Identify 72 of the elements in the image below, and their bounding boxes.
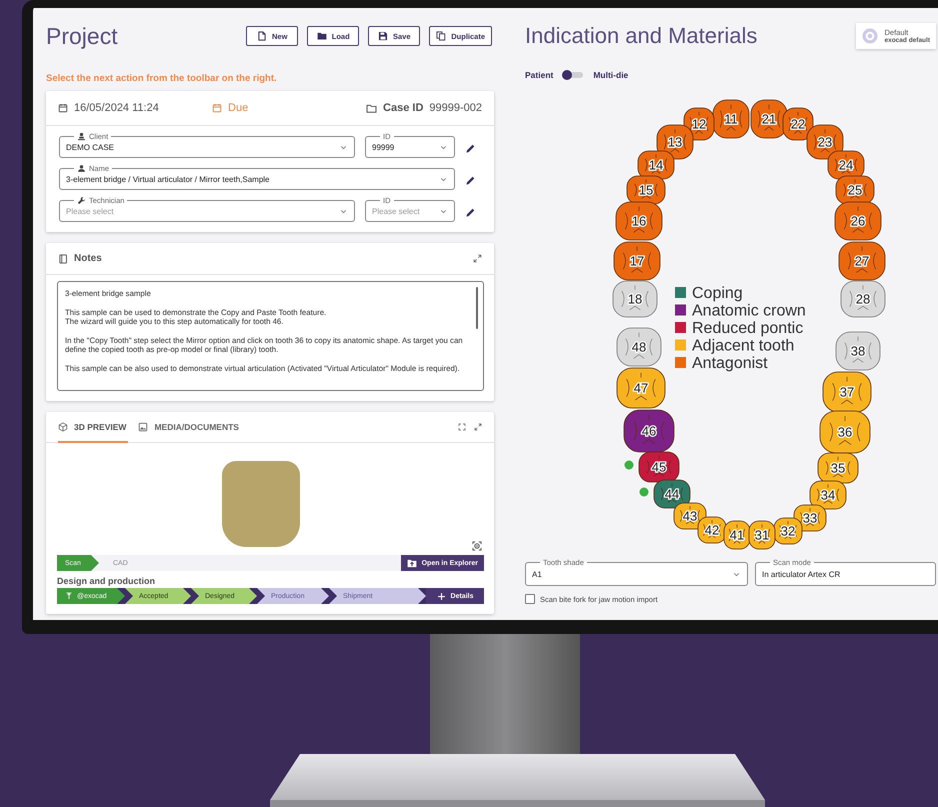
section-title: Design and production xyxy=(57,576,156,586)
tooth[interactable]: 27 xyxy=(838,242,886,280)
folder-icon xyxy=(316,31,327,41)
calendar-icon xyxy=(58,103,68,113)
upload-folder-icon xyxy=(406,558,417,568)
date-text: 16/05/2024 11:24 xyxy=(74,102,159,114)
scrollbar[interactable] xyxy=(476,287,478,329)
tooth[interactable]: 38 xyxy=(836,332,880,370)
card-title: Notes xyxy=(74,253,103,264)
tooth[interactable]: 23 xyxy=(806,124,844,160)
tooth[interactable]: 16 xyxy=(616,202,662,240)
expand-icon xyxy=(473,254,482,263)
tooth[interactable]: 25 xyxy=(836,176,874,204)
calendar-icon xyxy=(212,103,222,113)
tooth[interactable]: 21 xyxy=(750,100,788,138)
tooth[interactable]: 14 xyxy=(638,150,674,180)
tooth[interactable]: 48 xyxy=(616,328,662,366)
notebook-icon xyxy=(58,254,68,264)
tooth[interactable]: 17 xyxy=(614,242,660,280)
due-label: Due xyxy=(228,102,248,114)
image-icon xyxy=(138,422,148,432)
new-file-icon xyxy=(257,31,268,41)
legend-label: Adjacent tooth xyxy=(692,338,794,354)
expand-icon[interactable] xyxy=(474,423,482,431)
legend-label: Anatomic crown xyxy=(692,302,806,320)
pencil-icon xyxy=(465,174,476,186)
copy-icon xyxy=(436,31,446,41)
legend-label: Antagonist xyxy=(692,355,768,372)
tooth[interactable]: 32 xyxy=(774,518,802,544)
hint-text: Select the next action from the toolbar on the right. xyxy=(46,73,278,84)
tooth[interactable]: 36 xyxy=(820,410,870,454)
folder-icon xyxy=(366,102,378,114)
tooth[interactable]: 37 xyxy=(822,372,872,412)
tooth[interactable]: 24 xyxy=(828,150,864,180)
tooth[interactable]: 26 xyxy=(834,202,882,240)
tooth[interactable]: 34 xyxy=(810,480,846,510)
wrench-icon xyxy=(77,196,86,205)
legend-label: Coping xyxy=(692,285,743,302)
tooth[interactable]: 47 xyxy=(616,368,666,408)
tooth[interactable]: 18 xyxy=(612,280,658,318)
client-badge-icon xyxy=(77,132,86,141)
toggle-label: Multi-die xyxy=(593,70,628,80)
tooth[interactable]: 42 xyxy=(698,516,726,544)
toggle-label: Patient xyxy=(525,70,554,80)
focus-target-icon[interactable] xyxy=(472,541,482,551)
tab[interactable]: MEDIA/DOCUMENTS xyxy=(138,412,241,443)
plus-icon xyxy=(436,592,446,600)
pin-icon xyxy=(65,592,73,600)
edit-button[interactable] xyxy=(465,142,476,154)
case-id-label: Case ID xyxy=(383,102,424,114)
legend-label: Reduced pontic xyxy=(692,320,804,337)
edit-button[interactable] xyxy=(465,206,476,218)
pencil-icon xyxy=(465,206,476,218)
page-title: Indication and Materials xyxy=(525,23,758,49)
tooth[interactable]: 35 xyxy=(818,452,858,484)
tooth[interactable]: 31 xyxy=(748,520,776,550)
pencil-icon xyxy=(465,142,476,154)
edit-button[interactable] xyxy=(465,174,476,186)
gear-icon xyxy=(862,28,878,44)
tab[interactable]: 3D PREVIEW xyxy=(58,412,128,443)
page-title: Project xyxy=(46,22,119,50)
tooth[interactable]: 11 xyxy=(712,100,750,138)
checkbox[interactable] xyxy=(525,594,535,604)
mode-switch[interactable] xyxy=(563,72,584,78)
person-icon xyxy=(77,164,86,173)
tooth[interactable]: 15 xyxy=(626,176,666,204)
fullscreen-icon[interactable] xyxy=(458,423,466,431)
cube-icon xyxy=(58,422,68,432)
tooth[interactable]: 41 xyxy=(724,520,750,550)
case-id: 99999-002 xyxy=(429,102,482,114)
tooth[interactable]: 22 xyxy=(782,108,814,140)
tooth[interactable]: 28 xyxy=(840,280,886,318)
